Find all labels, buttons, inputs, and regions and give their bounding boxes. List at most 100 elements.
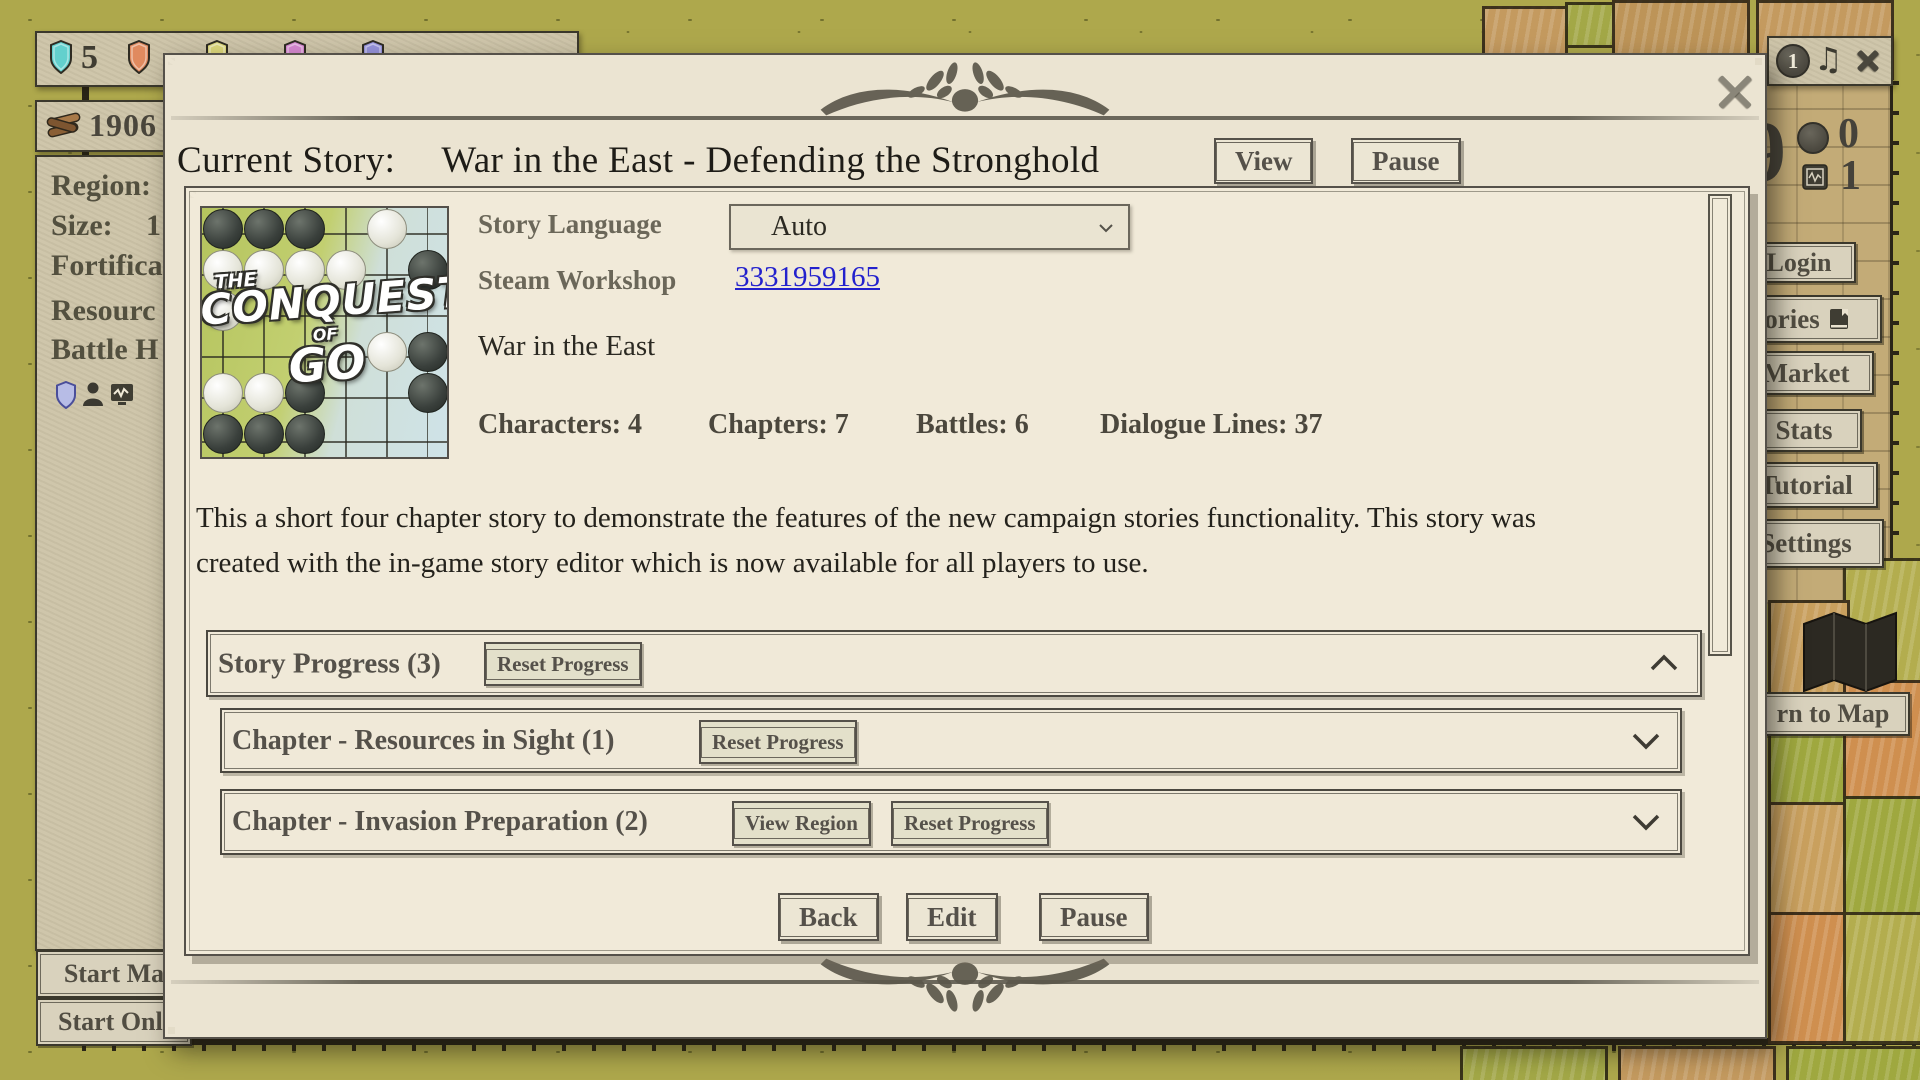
chapter-1-reset-label: Reset Progress bbox=[701, 727, 855, 758]
chapter-2-title: Chapter - Invasion Preparation (2) bbox=[232, 806, 648, 838]
market-label: Market bbox=[1763, 358, 1850, 389]
music-icon[interactable]: ♫ bbox=[1814, 40, 1843, 78]
map-field bbox=[1618, 1046, 1776, 1080]
chip-value: 1 bbox=[1840, 152, 1861, 200]
story-language-value: Auto bbox=[771, 211, 827, 243]
story-description: This a short four chapter story to demon… bbox=[196, 496, 1591, 586]
title-value: War in the East - Defending the Strongho… bbox=[441, 139, 1099, 182]
flourish-ornament-bottom bbox=[815, 953, 1115, 1013]
map-field bbox=[1768, 802, 1850, 918]
battle-label: Battle H bbox=[51, 333, 158, 367]
size-label: Size: bbox=[51, 209, 113, 242]
close-dialog-button[interactable] bbox=[1714, 71, 1756, 113]
chapter-2-reset-label: Reset Progress bbox=[893, 808, 1047, 839]
captures-circle-icon bbox=[1797, 122, 1829, 154]
cover-logo: THE CONQUEST OF GO bbox=[200, 258, 449, 396]
back-button[interactable]: Back bbox=[778, 893, 879, 941]
flourish-ornament-top bbox=[815, 61, 1115, 121]
pause-bottom-button[interactable]: Pause bbox=[1039, 893, 1149, 941]
captures-value: 0 bbox=[1838, 110, 1859, 158]
region-label: Region: bbox=[51, 169, 151, 203]
year-value: 1906 bbox=[89, 107, 157, 144]
story-progress-header[interactable]: Story Progress (3) Reset Progress bbox=[206, 630, 1702, 697]
sound-panel: 1 ♫ bbox=[1767, 36, 1893, 86]
story-details-panel: THE CONQUEST OF GO Story Language Auto S… bbox=[184, 186, 1750, 956]
pause-bottom-label: Pause bbox=[1041, 898, 1147, 937]
turn-counter-icon: 1 bbox=[1776, 44, 1810, 78]
game-screen: 5 1906 Region: Size: 1 Fortifica Resourc… bbox=[0, 0, 1920, 1080]
black-stone bbox=[244, 414, 284, 454]
turn-counter-value: 1 bbox=[1788, 49, 1799, 74]
pause-top-button[interactable]: Pause bbox=[1351, 138, 1461, 184]
story-progress-title: Story Progress (3) bbox=[218, 647, 441, 680]
wood-logs-icon bbox=[45, 111, 83, 139]
edit-button[interactable]: Edit bbox=[906, 893, 998, 941]
chip-icon bbox=[1800, 162, 1830, 192]
chapter-1-reset-button[interactable]: Reset Progress bbox=[699, 720, 857, 764]
characters-stat: Characters: 4 bbox=[478, 409, 642, 441]
resource-shield-count: 5 bbox=[81, 39, 98, 77]
story-name: War in the East bbox=[478, 330, 655, 363]
back-label: Back bbox=[780, 898, 877, 937]
story-progress-reset-button[interactable]: Reset Progress bbox=[484, 642, 642, 686]
chevron-down-icon[interactable] bbox=[1630, 811, 1662, 833]
chapter-2-reset-button[interactable]: Reset Progress bbox=[891, 801, 1049, 846]
map-field bbox=[1843, 796, 1920, 918]
resource-shield-icon bbox=[49, 40, 73, 79]
edit-label: Edit bbox=[908, 898, 996, 937]
map-icon bbox=[1798, 608, 1902, 700]
chapter-row-invasion-preparation[interactable]: Chapter - Invasion Preparation (2) View … bbox=[220, 789, 1682, 855]
chevron-down-icon[interactable] bbox=[1630, 730, 1662, 752]
resources-label: Resourc bbox=[51, 294, 155, 328]
view-label: View bbox=[1216, 142, 1311, 181]
chevron-down-icon bbox=[1098, 223, 1114, 233]
current-story-dialog: Current Story: War in the East - Defendi… bbox=[163, 53, 1767, 1039]
story-language-label: Story Language bbox=[478, 209, 662, 240]
story-cover-image: THE CONQUEST OF GO bbox=[200, 206, 449, 459]
view-button[interactable]: View bbox=[1214, 138, 1313, 184]
person-icon bbox=[81, 381, 105, 407]
stats-label: Stats bbox=[1775, 415, 1832, 446]
return-to-map-label: rn to Map bbox=[1777, 699, 1890, 729]
title-label: Current Story: bbox=[177, 139, 395, 182]
map-field bbox=[1565, 2, 1617, 48]
chart-icon bbox=[109, 382, 135, 406]
chapter-2-view-region-label: View Region bbox=[734, 808, 869, 839]
map-field bbox=[1768, 912, 1850, 1044]
login-label: Login bbox=[1766, 248, 1831, 278]
tutorial-label: Tutorial bbox=[1759, 470, 1853, 501]
black-stone bbox=[203, 209, 243, 249]
start-online-label: Start Onli bbox=[58, 1007, 170, 1037]
black-stone bbox=[285, 209, 325, 249]
close-game-icon[interactable] bbox=[1855, 48, 1881, 74]
dialogue-lines-stat: Dialogue Lines: 37 bbox=[1100, 409, 1322, 441]
pause-top-label: Pause bbox=[1353, 142, 1459, 181]
defense-shield-icon bbox=[55, 381, 77, 409]
map-border-bottom bbox=[82, 1038, 1920, 1045]
story-progress-reset-label: Reset Progress bbox=[486, 649, 640, 680]
fortifications-label: Fortifica bbox=[51, 249, 163, 283]
chevron-up-icon[interactable] bbox=[1648, 652, 1680, 674]
map-field bbox=[1460, 1046, 1608, 1080]
settings-label: Settings bbox=[1760, 528, 1852, 559]
size-value: 1 bbox=[146, 209, 161, 243]
chapters-stat: Chapters: 7 bbox=[708, 409, 849, 441]
chapter-row-resources-in-sight[interactable]: Chapter - Resources in Sight (1) Reset P… bbox=[220, 708, 1682, 773]
map-field bbox=[1786, 1046, 1920, 1080]
chapter-2-view-region-button[interactable]: View Region bbox=[732, 801, 871, 846]
return-to-map-button[interactable]: rn to Map bbox=[1756, 692, 1910, 736]
map-field bbox=[1843, 912, 1920, 1044]
white-stone bbox=[367, 209, 407, 249]
steam-workshop-link[interactable]: 3331959165 bbox=[735, 261, 880, 294]
start-match-label: Start Ma bbox=[64, 959, 164, 989]
black-stone bbox=[244, 209, 284, 249]
book-icon bbox=[1827, 307, 1851, 331]
scrollbar-thumb[interactable] bbox=[1708, 194, 1732, 656]
battles-stat: Battles: 6 bbox=[916, 409, 1029, 441]
steam-workshop-label: Steam Workshop bbox=[478, 265, 676, 296]
chapter-1-title: Chapter - Resources in Sight (1) bbox=[232, 725, 614, 757]
black-stone bbox=[285, 414, 325, 454]
black-stone bbox=[203, 414, 243, 454]
story-language-dropdown[interactable]: Auto bbox=[729, 204, 1130, 250]
dialog-title: Current Story: War in the East - Defendi… bbox=[177, 139, 1099, 182]
